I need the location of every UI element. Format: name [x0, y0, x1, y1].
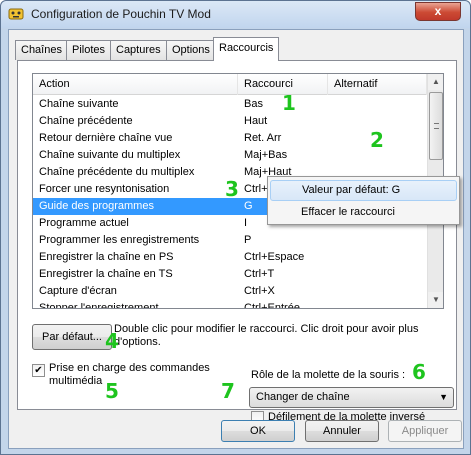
ok-button[interactable]: OK [221, 420, 295, 442]
default-button[interactable]: Par défaut... [32, 324, 112, 350]
annotation-4: 4 [105, 329, 119, 353]
apply-button[interactable]: Appliquer [388, 420, 462, 442]
multimedia-checkbox-label[interactable]: Prise en charge des commandes multimédia [49, 362, 219, 388]
cell-shortcut: Haut [244, 115, 268, 127]
annotation-5: 5 [105, 379, 119, 403]
cancel-button[interactable]: Annuler [305, 420, 379, 442]
context-menu: Valeur par défaut: G Effacer le raccourc… [267, 176, 460, 225]
dialog-client: Chaînes Pilotes Captures Options Raccour… [8, 29, 464, 449]
table-row[interactable]: Retour dernière chaîne vue Ret. Arr [33, 130, 427, 147]
cell-action: Chaîne suivante du multiplex [39, 149, 181, 161]
tab-page-raccourcis: Action Raccourci Alternatif Chaîne suiva… [17, 60, 457, 424]
cell-shortcut: Ctrl+Espace [244, 251, 305, 263]
check-icon: ✔ [34, 365, 43, 376]
annotation-1: 1 [282, 91, 296, 115]
tab-pilotes[interactable]: Pilotes [66, 40, 112, 60]
table-row[interactable]: Enregistrer la chaîne en PS Ctrl+Espace [33, 249, 427, 266]
cell-shortcut: Ctrl+Entrée [244, 302, 300, 309]
column-header-alternatif[interactable]: Alternatif [328, 74, 427, 95]
table-row[interactable]: Chaîne suivante du multiplex Maj+Bas [33, 147, 427, 164]
mouse-wheel-label: Rôle de la molette de la souris : [251, 369, 406, 381]
menu-item-default-value[interactable]: Valeur par défaut: G [270, 180, 457, 201]
table-row[interactable]: Chaîne suivante Bas [33, 96, 427, 113]
annotation-6: 6 [412, 360, 426, 384]
annotation-3: 3 [225, 177, 239, 201]
cell-shortcut: Ret. Arr [244, 132, 282, 144]
window-title: Configuration de Pouchin TV Mod [31, 7, 211, 21]
cell-action: Forcer une resyntonisation [39, 183, 170, 195]
annotation-2: 2 [370, 128, 384, 152]
help-text: Double clic pour modifier le raccourci. … [114, 323, 419, 348]
table-row[interactable]: Capture d'écran Ctrl+X [33, 283, 427, 300]
cell-action: Chaîne suivante [39, 98, 119, 110]
cell-action: Programmer les enregistrements [39, 234, 200, 246]
cell-shortcut: G [244, 200, 253, 212]
table-row[interactable]: Enregistrer la chaîne en TS Ctrl+T [33, 266, 427, 283]
tab-captures[interactable]: Captures [110, 40, 167, 60]
cell-shortcut: Ctrl+X [244, 285, 275, 297]
menu-item-clear-shortcut[interactable]: Effacer le raccourci [270, 202, 457, 223]
cell-action: Chaîne précédente du multiplex [39, 166, 195, 178]
cell-shortcut: P [244, 234, 252, 246]
cell-shortcut: Bas [244, 98, 263, 110]
cell-action: Capture d'écran [39, 285, 117, 297]
app-icon [8, 8, 24, 20]
annotation-7: 7 [221, 379, 235, 403]
close-button[interactable]: x [415, 2, 461, 21]
cell-action: Stopper l'enregistrement [39, 302, 159, 309]
close-icon: x [434, 4, 442, 18]
multimedia-checkbox[interactable]: ✔ [32, 364, 45, 377]
grip-icon [434, 123, 439, 129]
cell-shortcut: Maj+Bas [244, 149, 288, 161]
cell-action: Programme actuel [39, 217, 129, 229]
table-row[interactable]: Programmer les enregistrements P [33, 232, 427, 249]
tab-raccourcis[interactable]: Raccourcis [213, 37, 280, 61]
cell-shortcut: Ctrl+T [244, 268, 275, 280]
mouse-wheel-combo[interactable]: Changer de chaîne ▼ [249, 387, 454, 408]
scroll-down-icon[interactable]: ▼ [428, 292, 443, 308]
cell-action: Retour dernière chaîne vue [39, 132, 173, 144]
list-header: Action Raccourci Alternatif [33, 74, 427, 95]
cell-action: Guide des programmes [39, 200, 154, 212]
column-header-action[interactable]: Action [33, 74, 238, 95]
tab-chaines[interactable]: Chaînes [15, 40, 68, 60]
config-window: Configuration de Pouchin TV Mod x Chaîne… [0, 0, 471, 455]
title-bar: Configuration de Pouchin TV Mod x [1, 1, 470, 28]
table-row[interactable]: Stopper l'enregistrement Ctrl+Entrée [33, 300, 427, 309]
table-row[interactable]: Chaîne précédente Haut [33, 113, 427, 130]
tab-options[interactable]: Options [166, 40, 216, 60]
cell-action: Chaîne précédente [39, 115, 133, 127]
scroll-up-icon[interactable]: ▲ [428, 74, 443, 90]
scroll-thumb[interactable] [429, 92, 443, 160]
cell-shortcut: I [244, 217, 248, 229]
cell-action: Enregistrer la chaîne en PS [39, 251, 174, 263]
mouse-wheel-value: Changer de chaîne [256, 391, 350, 403]
cell-action: Enregistrer la chaîne en TS [39, 268, 173, 280]
chevron-down-icon: ▼ [439, 392, 448, 402]
